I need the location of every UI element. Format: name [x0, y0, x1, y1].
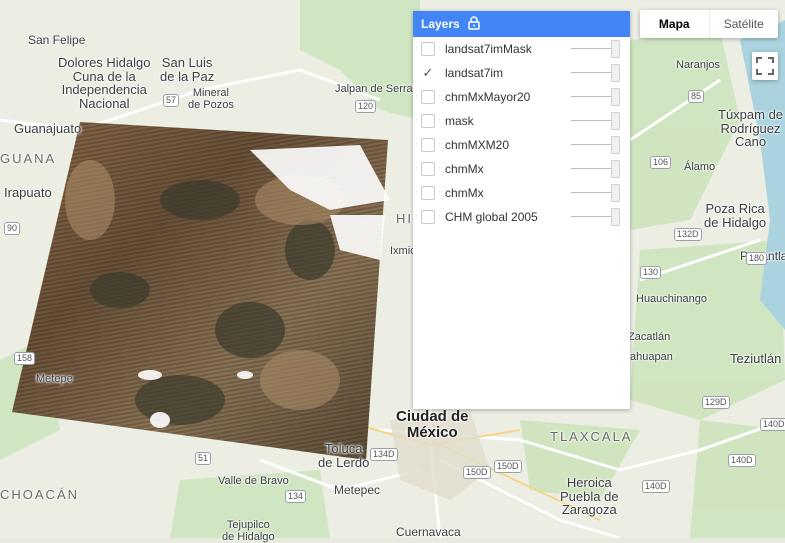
- layer-checkbox[interactable]: [421, 162, 435, 176]
- layer-list: landsat7imMask ✓ landsat7im chmMxMayor20 mas…: [413, 37, 630, 229]
- layer-checkbox[interactable]: [421, 90, 435, 104]
- map-type-control: Mapa Satélite: [640, 10, 778, 38]
- map-type-map-button[interactable]: Mapa: [640, 10, 710, 38]
- place-valle-de-bravo: Valle de Bravo: [218, 475, 289, 487]
- place-ixmiquilpan: Ixmic: [390, 245, 416, 257]
- layer-item[interactable]: chmMXM20: [413, 133, 630, 157]
- road-shield: 150D: [463, 466, 491, 479]
- place-irapuato: Irapuato: [4, 185, 52, 200]
- layer-opacity-thumb[interactable]: [611, 136, 620, 154]
- place-tuxpam: Túxpam de Rodríguez Cano: [718, 107, 784, 150]
- place-toluca: Toluca de Lerdo: [318, 441, 370, 470]
- layer-checkbox[interactable]: [421, 114, 435, 128]
- road-shield: 130: [640, 266, 662, 279]
- road-shield: 150D: [494, 460, 522, 473]
- layer-opacity-thumb[interactable]: [611, 40, 620, 58]
- layers-panel: Layers landsat7imMask ✓ landsat7im chmMxMay…: [413, 11, 630, 409]
- place-san-felipe: San Felipe: [28, 33, 86, 47]
- layer-opacity-thumb[interactable]: [611, 184, 620, 202]
- layer-label: landsat7im: [445, 66, 504, 80]
- layer-checkbox[interactable]: [421, 186, 435, 200]
- layer-checkbox[interactable]: [421, 42, 435, 56]
- fullscreen-icon[interactable]: [752, 52, 778, 80]
- place-alamo: Álamo: [684, 161, 716, 173]
- layer-label: chmMXM20: [445, 138, 510, 152]
- layer-opacity-thumb[interactable]: [611, 88, 620, 106]
- place-guanajuato: Guanajuato: [14, 121, 82, 136]
- place-naranjos: Naranjos: [676, 59, 721, 71]
- place-metepec: Metepec: [334, 483, 381, 497]
- region-guanajuato: GUANA: [0, 151, 57, 166]
- layer-checkbox[interactable]: [421, 138, 435, 152]
- place-tejupilco: Tejupilco de Hidalgo: [222, 519, 275, 543]
- layer-opacity-thumb[interactable]: [611, 112, 620, 130]
- layer-item[interactable]: ✓ landsat7im: [413, 61, 630, 85]
- road-shield: 140D: [642, 480, 670, 493]
- layer-checkbox[interactable]: [421, 210, 435, 224]
- road-shield: 85: [688, 90, 705, 103]
- layer-opacity-thumb[interactable]: [611, 64, 620, 82]
- layer-item[interactable]: landsat7imMask: [413, 37, 630, 61]
- road-shield: 134: [285, 490, 307, 503]
- region-michoacan: CHOACÁN: [0, 487, 80, 502]
- layer-item[interactable]: CHM global 2005: [413, 205, 630, 229]
- layer-item[interactable]: mask: [413, 109, 630, 133]
- place-jalpan: Jalpan de Serra: [335, 83, 413, 95]
- layers-header: Layers: [413, 11, 630, 37]
- road-shield: 129D: [702, 396, 730, 409]
- place-teziutlan: Teziutlán: [730, 351, 782, 366]
- layer-label: CHM global 2005: [445, 210, 538, 224]
- place-cuernavaca: Cuernavaca: [396, 525, 461, 539]
- road-shield: 57: [163, 94, 180, 107]
- road-shield: 140D: [728, 454, 756, 467]
- place-ahuapan: ahuapan: [630, 351, 673, 363]
- place-ciudad-de-mexico: Ciudad de México: [396, 408, 469, 441]
- layer-label: chmMx: [445, 186, 484, 200]
- road-shield: 106: [650, 156, 672, 169]
- layer-opacity-thumb[interactable]: [611, 208, 620, 226]
- map-type-satellite-button[interactable]: Satélite: [710, 10, 779, 38]
- road-shield: 140D: [760, 418, 785, 431]
- layer-checkbox-checked[interactable]: ✓: [421, 65, 435, 80]
- lock-icon[interactable]: [467, 15, 480, 33]
- place-dolores-hidalgo: Dolores Hidalgo Cuna de la Independencia…: [58, 55, 151, 111]
- road-shield: 134D: [370, 448, 398, 461]
- layer-label: mask: [445, 114, 474, 128]
- region-tlaxcala: TLAXCALA: [550, 429, 633, 444]
- place-poza-rica: Poza Rica de Hidalgo: [704, 201, 767, 230]
- layer-item[interactable]: chmMxMayor20: [413, 85, 630, 109]
- landsat-image-overlay: [12, 122, 390, 460]
- road-shield: 158: [14, 352, 36, 365]
- road-shield: 180: [746, 252, 768, 265]
- layer-label: landsat7imMask: [445, 42, 532, 56]
- layers-title: Layers: [421, 17, 460, 31]
- layer-label: chmMx: [445, 162, 484, 176]
- place-metepec-partial: Metepe: [36, 373, 73, 385]
- place-puebla: Heroica Puebla de Zaragoza: [560, 475, 619, 518]
- layer-opacity-thumb[interactable]: [611, 160, 620, 178]
- place-san-luis-de-la-paz: San Luis de la Paz: [160, 55, 215, 84]
- road-shield: 51: [195, 452, 212, 465]
- road-shield: 120: [355, 100, 377, 113]
- layer-item[interactable]: chmMx: [413, 181, 630, 205]
- place-huauchinango: Huauchinango: [636, 293, 707, 305]
- place-mineral-de-pozos: Mineral de Pozos: [188, 87, 234, 111]
- layer-label: chmMxMayor20: [445, 90, 531, 104]
- place-zacatlan: Zacatlán: [628, 331, 671, 343]
- layer-item[interactable]: chmMx: [413, 157, 630, 181]
- road-shield: 132D: [674, 228, 702, 241]
- road-shield: 90: [4, 222, 21, 235]
